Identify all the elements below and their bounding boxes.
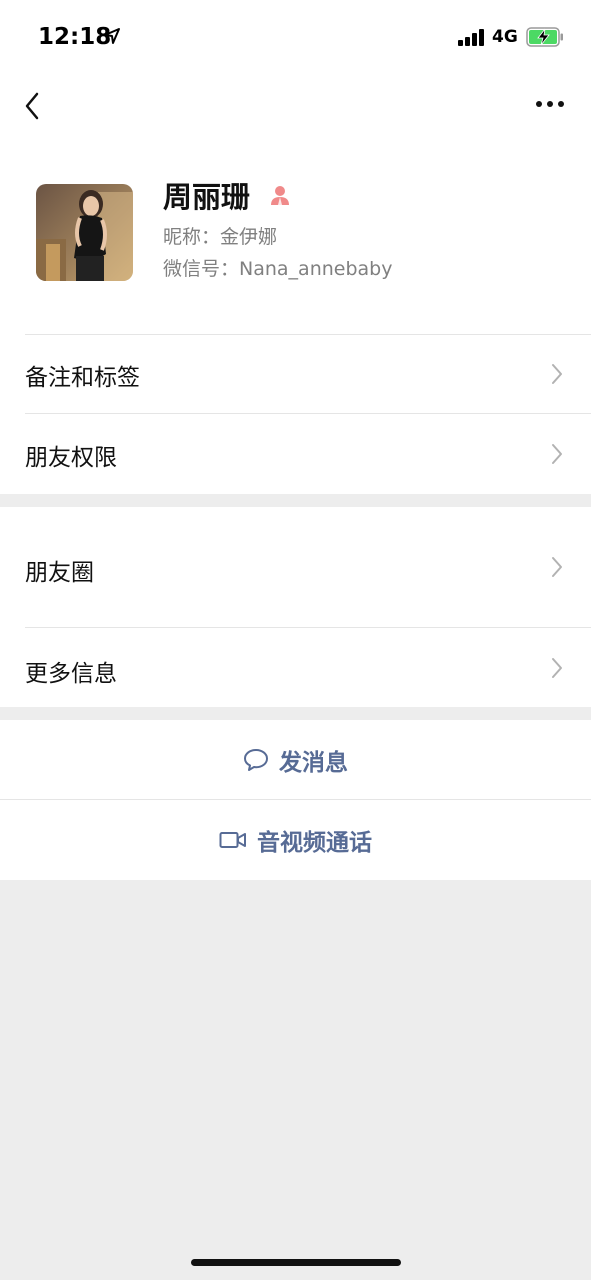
status-bar: 12:18 4G: [0, 0, 591, 72]
more-info-label: 更多信息: [25, 661, 117, 687]
video-call-label: 音视频通话: [257, 830, 372, 856]
contact-name: 周丽珊: [163, 180, 251, 214]
moments-cell[interactable]: 朋友圈: [0, 507, 591, 627]
settings-section: 备注和标签 朋友权限: [0, 334, 591, 494]
battery-charging-icon: [526, 27, 563, 47]
send-message-label: 发消息: [279, 750, 348, 776]
nav-bar: [0, 72, 591, 140]
wechat-id-row: 微信号：Nana_annebaby: [163, 254, 392, 281]
chevron-right-icon: [552, 444, 562, 464]
nickname-label: 昵称：: [163, 226, 221, 248]
status-time: 12:18: [38, 24, 112, 50]
info-section: 朋友圈 更多信息: [0, 507, 591, 707]
avatar[interactable]: [36, 184, 133, 281]
profile-header: 周丽珊 昵称：金伊娜 微信号：Nana_annebaby: [0, 140, 591, 334]
nickname-row: 昵称：金伊娜: [163, 222, 277, 249]
send-message-button[interactable]: 发消息: [0, 720, 591, 800]
video-call-button[interactable]: 音视频通话: [0, 800, 591, 880]
network-type: 4G: [492, 27, 518, 47]
chevron-right-icon: [552, 557, 562, 577]
remark-tags-cell[interactable]: 备注和标签: [0, 334, 591, 414]
nickname-value: 金伊娜: [220, 226, 278, 248]
female-icon: [271, 186, 289, 205]
moments-label: 朋友圈: [25, 560, 94, 586]
location-arrow-icon: [104, 28, 120, 44]
friend-permissions-cell[interactable]: 朋友权限: [0, 414, 591, 494]
more-icon[interactable]: [534, 98, 566, 110]
video-camera-icon: [219, 832, 246, 848]
wechat-id-label: 微信号：: [163, 258, 240, 280]
signal-icon: [458, 29, 484, 46]
home-indicator: [191, 1259, 401, 1266]
remark-tags-label: 备注和标签: [25, 365, 140, 391]
chevron-right-icon: [552, 364, 562, 384]
chevron-right-icon: [552, 658, 562, 678]
back-icon[interactable]: [20, 90, 44, 122]
chat-bubble-icon: [244, 749, 268, 771]
more-info-cell[interactable]: 更多信息: [0, 628, 591, 707]
wechat-id-value: Nana_annebaby: [239, 258, 393, 280]
friend-permissions-label: 朋友权限: [25, 445, 117, 471]
